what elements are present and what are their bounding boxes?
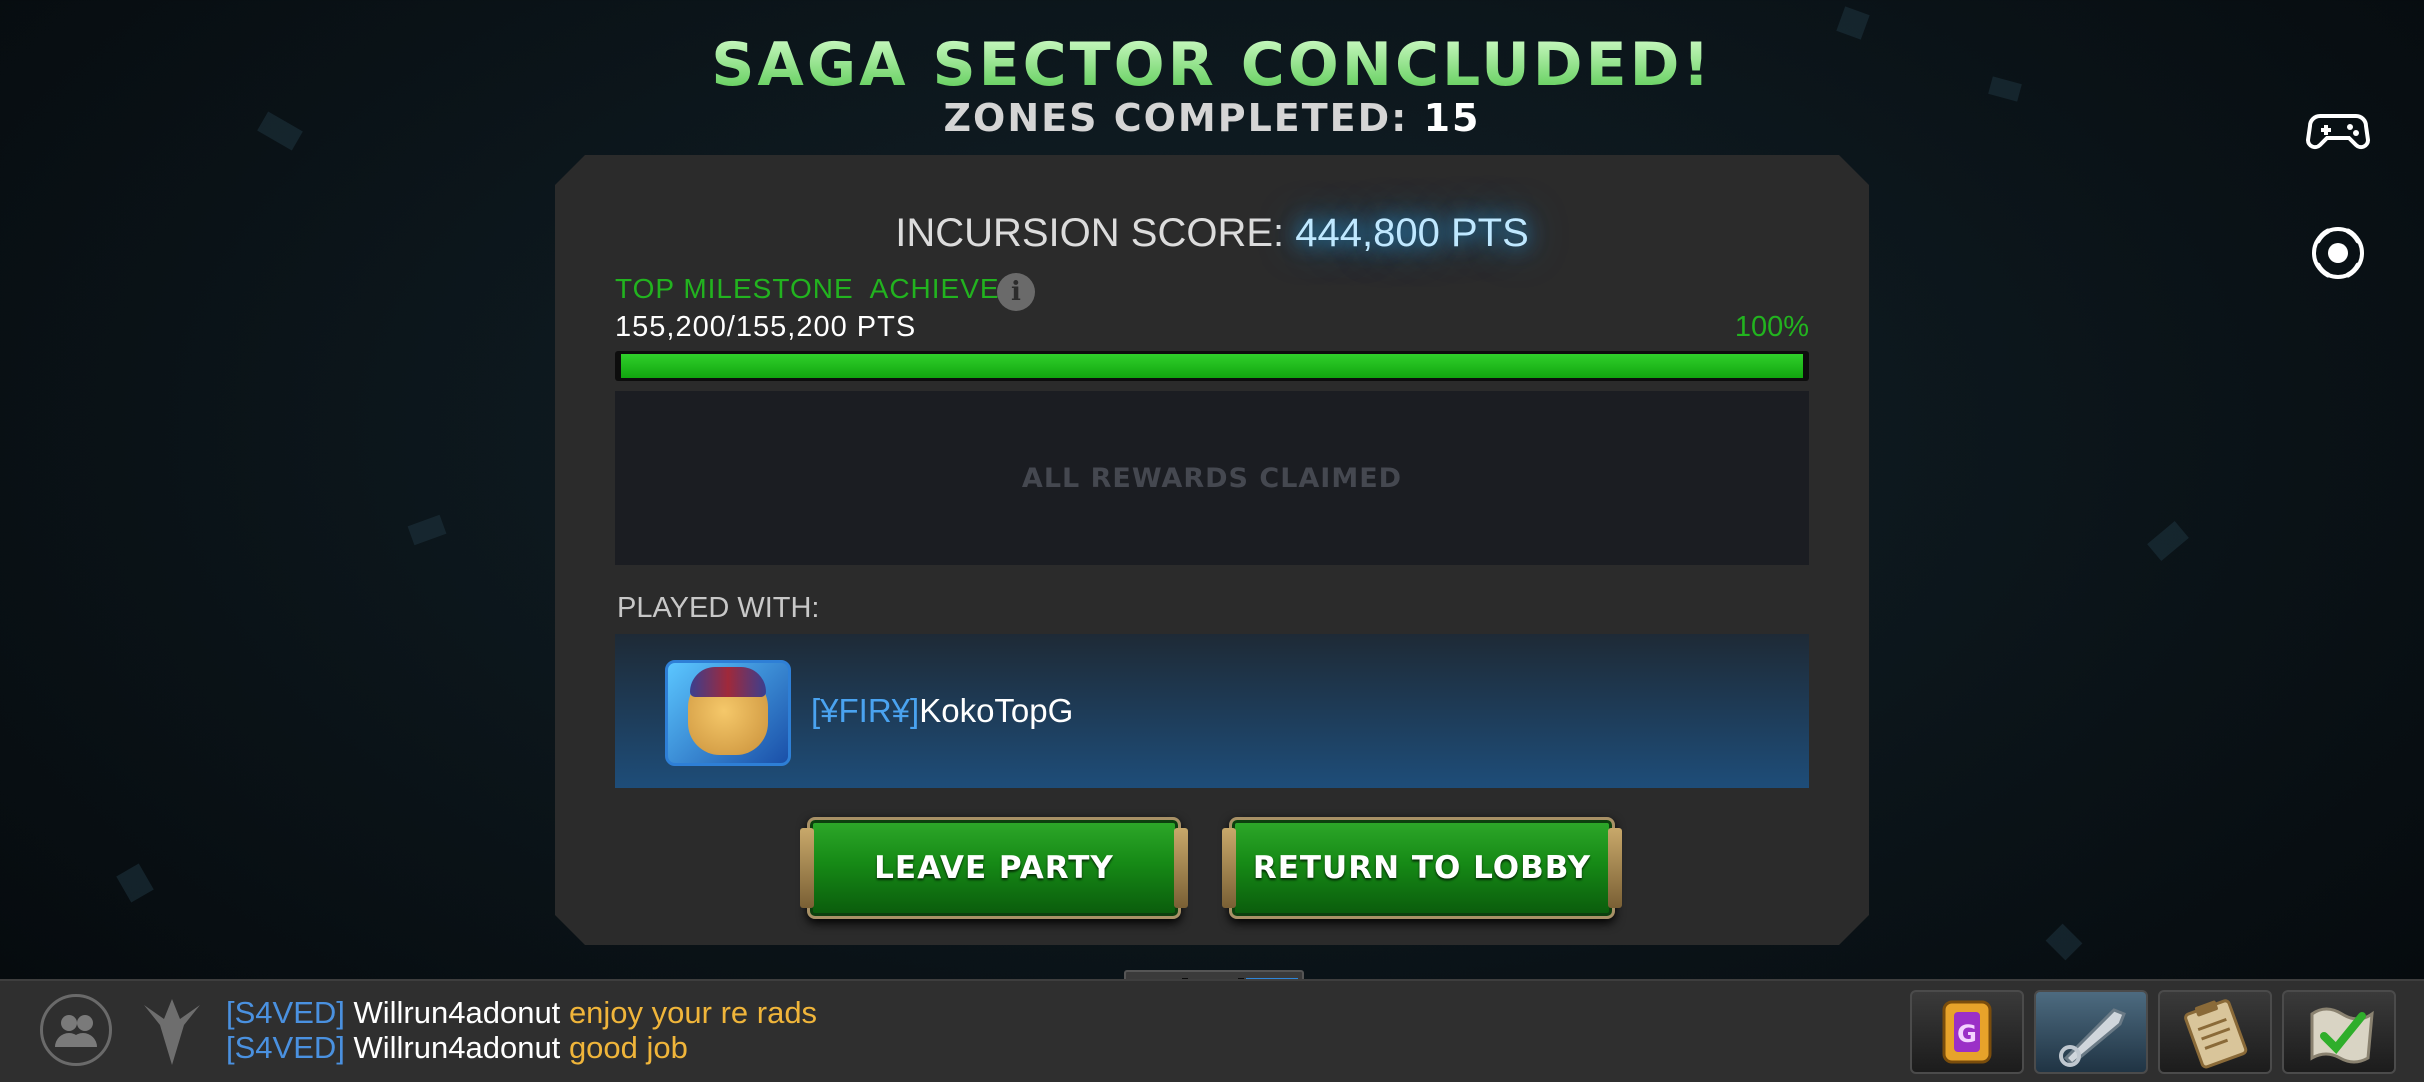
friends-icon[interactable] (40, 994, 112, 1066)
zones-label: ZONES COMPLETED: (943, 96, 1409, 140)
chat-alliance-tag: [S4VED] (226, 995, 345, 1030)
score-value: 444,800 PTS (1295, 211, 1529, 255)
crystal-chest-icon[interactable]: G (1910, 990, 2024, 1074)
leave-party-label: LEAVE PARTY (874, 850, 1114, 886)
milestone-progress-fill (621, 354, 1803, 378)
quest-sword-icon[interactable] (2034, 990, 2148, 1074)
background-shard (2045, 923, 2083, 961)
info-icon[interactable]: i (997, 273, 1035, 311)
played-with-label: PLAYED WITH: (617, 592, 820, 624)
chat-feed[interactable]: [S4VED] Willrun4adonut enjoy your re rad… (226, 995, 817, 1065)
chat-text: enjoy your re rads (568, 995, 818, 1030)
page-title: SAGA SECTOR CONCLUDED! (0, 30, 2424, 100)
milestone-progress-bar (615, 351, 1809, 381)
return-to-lobby-label: RETURN TO LOBBY (1252, 850, 1592, 886)
milestone-percent: 100% (1734, 311, 1809, 343)
chat-message: [S4VED] Willrun4adonut enjoy your re rad… (226, 995, 817, 1030)
player-alliance-tag: [¥FIR¥] (811, 692, 920, 729)
leave-party-button[interactable]: LEAVE PARTY (807, 817, 1181, 919)
player-username: KokoTopG (919, 692, 1074, 729)
milestone-points: 155,200/155,200 PTS (615, 311, 917, 343)
rewards-box: ALL REWARDS CLAIMED (615, 391, 1809, 565)
milestone-status: TOP MILESTONE ACHIEVED (615, 273, 1021, 304)
gamepad-icon[interactable] (2305, 96, 2371, 160)
background-shard (407, 514, 447, 546)
zones-value: 15 (1423, 96, 1481, 140)
score-label: INCURSION SCORE: (895, 211, 1285, 255)
player-row[interactable]: [¥FIR¥]KokoTopG (615, 634, 1809, 788)
rewards-status: ALL REWARDS CLAIMED (1021, 462, 1403, 494)
background-shard (116, 863, 154, 903)
chat-message: [S4VED] Willrun4adonut good job (226, 1030, 817, 1065)
checklist-icon[interactable] (2282, 990, 2396, 1074)
chat-username: Willrun4adonut (353, 1030, 561, 1065)
clipboard-icon[interactable] (2158, 990, 2272, 1074)
chat-username: Willrun4adonut (353, 995, 561, 1030)
background-shard (2147, 521, 2189, 561)
player-avatar[interactable] (665, 660, 791, 766)
player-name: [¥FIR¥]KokoTopG (811, 692, 1073, 730)
record-icon[interactable] (2306, 221, 2370, 285)
svg-text:G: G (1957, 1020, 1977, 1048)
chat-alliance-tag: [S4VED] (226, 1030, 345, 1065)
return-to-lobby-button[interactable]: RETURN TO LOBBY (1229, 817, 1615, 919)
results-panel: INCURSION SCORE: 444,800 PTS TOP MILESTO… (555, 155, 1869, 945)
chat-text: good job (568, 1030, 688, 1065)
incursion-score: INCURSION SCORE: 444,800 PTS (555, 211, 1869, 256)
bottom-bar: [S4VED] Willrun4adonut enjoy your re rad… (0, 979, 2424, 1082)
zones-completed: ZONES COMPLETED: 15 (0, 96, 2424, 140)
alliance-icon[interactable] (140, 995, 204, 1067)
